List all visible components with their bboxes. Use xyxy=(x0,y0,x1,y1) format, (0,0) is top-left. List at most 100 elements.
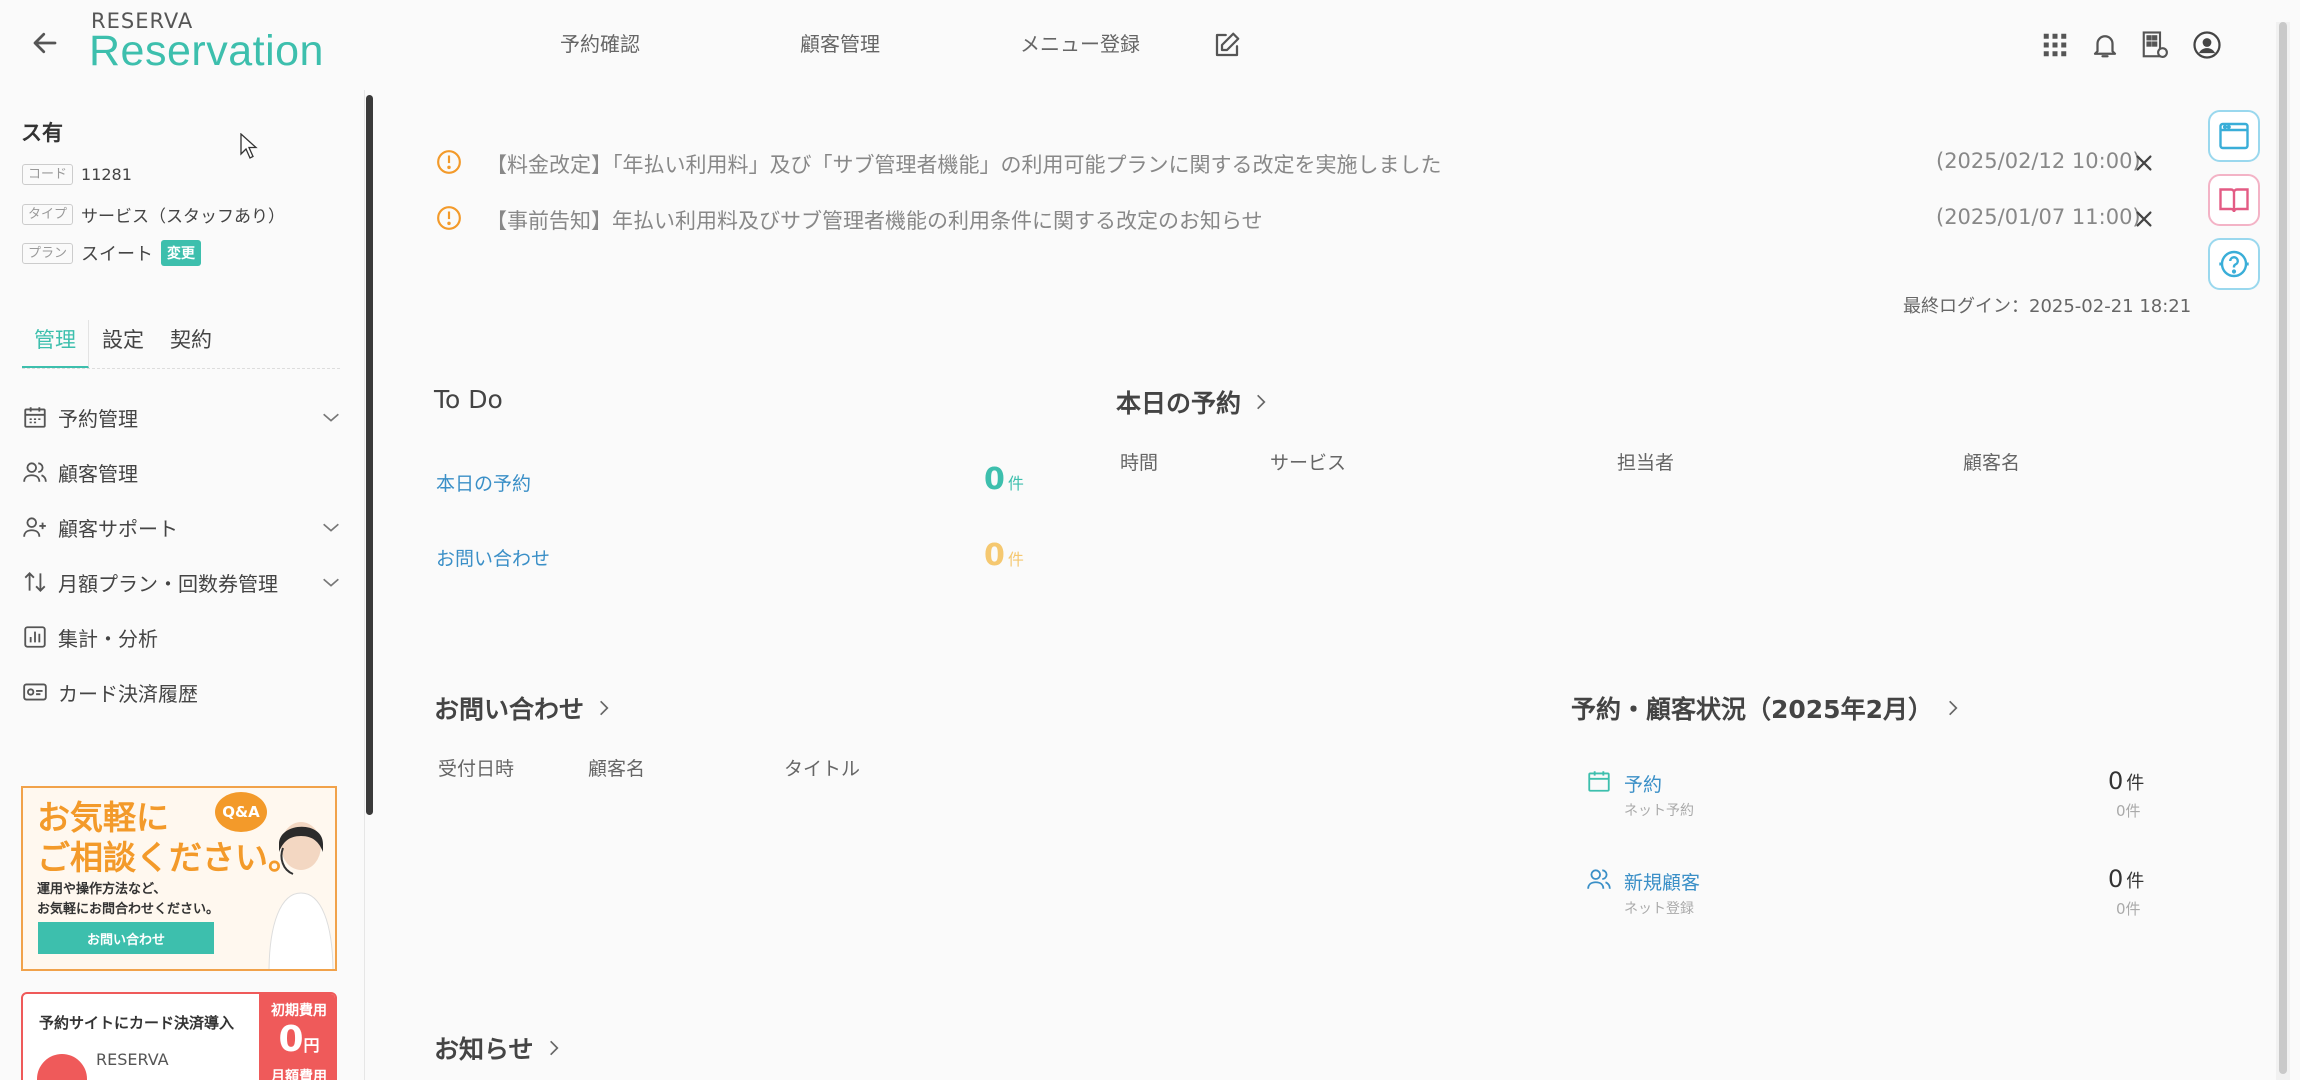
status-title[interactable]: 予約・顧客状況（2025年2月） xyxy=(1571,690,1963,726)
banner-inquiry-button[interactable]: お問い合わせ xyxy=(38,922,214,954)
todo-today-reservations-count: 0件 xyxy=(984,462,1024,497)
sidebar-item-reservation-management[interactable]: 予約管理 xyxy=(22,397,342,437)
notice-date: (2025/02/12 10:00) xyxy=(1936,149,2141,173)
banner2-brand: RESERVA xyxy=(96,1050,169,1069)
todo-today-reservations-link[interactable]: 本日の予約 xyxy=(436,469,531,496)
todo-count-unit: 件 xyxy=(1007,474,1024,493)
chevron-right-icon[interactable] xyxy=(1251,392,1271,412)
banner2-price-unit: 円 xyxy=(303,1036,320,1055)
todo-count-value: 0 xyxy=(984,538,1005,573)
chevron-down-icon[interactable] xyxy=(320,406,342,428)
top-header: RESERVA Reservation 予約確認 顧客管理 メニュー登録 xyxy=(0,0,2300,90)
warning-circle-icon xyxy=(437,206,461,230)
user-plus-icon xyxy=(23,517,46,537)
todo-inquiries-link[interactable]: お問い合わせ xyxy=(436,544,550,571)
chevron-right-icon[interactable] xyxy=(594,698,614,718)
sidebar-item-label: カード決済履歴 xyxy=(58,681,198,706)
bar-chart-icon xyxy=(24,626,46,648)
chevron-down-icon[interactable] xyxy=(320,516,342,538)
back-arrow-icon[interactable] xyxy=(30,28,60,58)
banner2-monthly-cost-label: 月額費用 xyxy=(271,1069,327,1080)
today-reservations-title-text: 本日の予約 xyxy=(1116,389,1242,418)
calendar-icon xyxy=(1588,771,1610,792)
nav-reservation-check[interactable]: 予約確認 xyxy=(560,28,640,57)
banner2-text: 予約サイトにカード決済導入 xyxy=(39,1014,235,1032)
qa-badge: Q&A xyxy=(215,792,267,832)
page-scrollbar-thumb[interactable] xyxy=(2279,22,2287,1074)
banner-subtitle: 運用や操作方法など、 お気軽にお問合わせください。 xyxy=(37,880,219,920)
chevron-down-icon[interactable] xyxy=(320,571,342,593)
stat-count-value: 0 xyxy=(2108,767,2124,795)
nav-menu-registration[interactable]: メニュー登録 xyxy=(1020,28,1140,57)
account-avatar-icon[interactable] xyxy=(2192,30,2222,60)
column-header-staff: 担当者 xyxy=(1617,452,1675,474)
support-tool-button[interactable] xyxy=(2208,238,2260,290)
meta-row-type: タイプ サービス（スタッフあり） xyxy=(22,202,285,227)
sidebar-item-customer-management[interactable]: 顧客管理 xyxy=(22,452,342,492)
status-new-customers-sub: ネット登録 xyxy=(1624,901,1694,917)
status-reservations-link[interactable]: 予約 xyxy=(1624,770,1662,797)
apps-grid-icon[interactable] xyxy=(2040,30,2070,60)
repeat-icon xyxy=(24,572,46,592)
manual-tool-button[interactable] xyxy=(2208,174,2260,226)
notice-link[interactable]: 【料金改定】「年払い利用料」及び「サブ管理者機能」の利用可能プランに関する改定を… xyxy=(486,149,1442,179)
calendar-icon xyxy=(24,407,46,428)
change-plan-button[interactable]: 変更 xyxy=(161,240,202,266)
stat-count-unit: 件 xyxy=(2126,871,2145,892)
meta-row-code: コード 11281 xyxy=(22,164,132,185)
warning-circle-icon xyxy=(437,150,461,174)
stat-count-unit: 件 xyxy=(2126,773,2145,794)
logo-reservation[interactable]: Reservation xyxy=(89,27,324,76)
close-icon[interactable] xyxy=(2133,152,2155,174)
status-title-text: 予約・顧客状況（2025年2月） xyxy=(1571,695,1933,724)
status-new-customers-subcount: 0件 xyxy=(2116,900,2141,918)
consultation-banner[interactable]: お気軽に ご相談ください。 運用や操作方法など、 お気軽にお問合わせください。 … xyxy=(21,786,337,971)
sidebar-tabs: 管理 設定 契約 xyxy=(22,320,340,369)
meta-tag: コード xyxy=(22,164,74,185)
nav-customer-management[interactable]: 顧客管理 xyxy=(800,28,880,57)
sidebar-item-label: 集計・分析 xyxy=(58,626,158,651)
news-title[interactable]: お知らせ xyxy=(434,1030,564,1066)
column-header-customer: 顧客名 xyxy=(588,758,646,780)
sidebar-item-card-payment-history[interactable]: カード決済履歴 xyxy=(22,672,342,712)
users-icon xyxy=(1587,869,1611,889)
store-name: ス有 xyxy=(21,121,63,145)
tab-contract[interactable]: 契約 xyxy=(157,320,225,368)
chevron-right-icon[interactable] xyxy=(1943,698,1963,718)
column-header-time: 時間 xyxy=(1120,452,1159,474)
status-reservations-subcount: 0件 xyxy=(2116,802,2141,820)
todo-inquiries-count: 0件 xyxy=(984,538,1024,573)
inquiries-title-text: お問い合わせ xyxy=(434,695,585,724)
close-icon[interactable] xyxy=(2133,208,2155,230)
banner2-price-block: 初期費用 0円 月額費用 xyxy=(259,994,335,1080)
support-person-illustration-icon xyxy=(268,822,334,969)
status-new-customers-link[interactable]: 新規顧客 xyxy=(1624,868,1700,895)
card-payment-banner[interactable]: 予約サイトにカード決済導入 初期費用 0円 月額費用 RESERVA xyxy=(21,992,337,1080)
reserva-pay-logo-icon xyxy=(37,1054,87,1080)
meta-value: スイート xyxy=(81,244,154,265)
users-icon xyxy=(23,462,47,482)
column-header-service: サービス xyxy=(1270,452,1347,474)
sidebar-item-analytics[interactable]: 集計・分析 xyxy=(22,617,342,657)
sidebar-item-customer-support[interactable]: 顧客サポート xyxy=(22,507,342,547)
sidebar-item-label: 予約管理 xyxy=(58,406,138,431)
web-page-tool-button[interactable] xyxy=(2208,110,2260,162)
todo-count-unit: 件 xyxy=(1007,550,1024,569)
sidebar-item-label: 月額プラン・回数券管理 xyxy=(58,571,278,596)
sidebar-scrollbar[interactable] xyxy=(366,95,373,815)
tab-management[interactable]: 管理 xyxy=(22,320,89,368)
inquiries-title[interactable]: お問い合わせ xyxy=(434,690,614,726)
banner2-initial-cost-label: 初期費用 xyxy=(271,1003,327,1019)
bell-icon[interactable] xyxy=(2090,30,2120,60)
tab-settings[interactable]: 設定 xyxy=(89,320,157,368)
chevron-right-icon[interactable] xyxy=(544,1038,564,1058)
meta-value: サービス（スタッフあり） xyxy=(81,207,286,227)
status-reservations-count: 0件 xyxy=(2108,767,2144,795)
notice-link[interactable]: 【事前告知】年払い利用料及びサブ管理者機能の利用条件に関する改定のお知らせ xyxy=(486,205,1263,235)
today-reservations-title[interactable]: 本日の予約 xyxy=(1116,384,1271,420)
store-settings-icon[interactable] xyxy=(2140,30,2170,60)
sidebar: ス有 コード 11281 タイプ サービス（スタッフあり） プラン スイート 変… xyxy=(0,90,365,1080)
notice-date: (2025/01/07 11:00) xyxy=(1936,205,2141,229)
edit-icon[interactable] xyxy=(1212,30,1242,60)
sidebar-item-monthly-plan[interactable]: 月額プラン・回数券管理 xyxy=(22,562,342,602)
